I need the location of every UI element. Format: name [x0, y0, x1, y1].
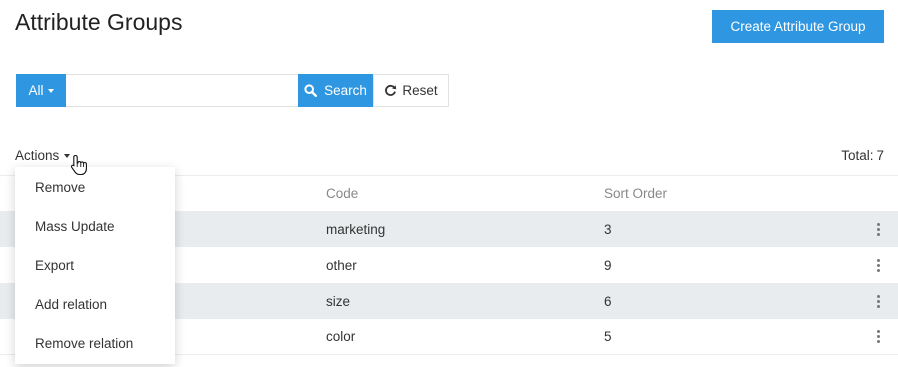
- menu-item-remove-relation[interactable]: Remove relation: [15, 324, 175, 363]
- total-count: Total: 7: [841, 148, 884, 163]
- menu-item-remove[interactable]: Remove: [15, 168, 175, 207]
- cell-code: marketing: [326, 221, 386, 237]
- total-label: Total:: [841, 148, 874, 163]
- cell-code: color: [326, 329, 356, 344]
- page-title: Attribute Groups: [15, 9, 183, 35]
- search-bar: All Search Reset: [16, 74, 449, 107]
- kebab-menu-icon[interactable]: [876, 222, 880, 236]
- actions-label: Actions: [15, 148, 60, 163]
- search-button-label: Search: [324, 83, 367, 98]
- cell-sort-order: 5: [604, 329, 612, 344]
- search-button[interactable]: Search: [298, 74, 373, 107]
- actions-dropdown-menu: Remove Mass Update Export Add relation R…: [15, 167, 175, 364]
- reset-button[interactable]: Reset: [373, 74, 449, 107]
- actions-dropdown-toggle[interactable]: Actions: [15, 148, 71, 163]
- filter-dropdown-button[interactable]: All: [16, 74, 66, 107]
- chevron-down-icon: [47, 88, 54, 93]
- kebab-menu-icon[interactable]: [876, 258, 880, 272]
- cell-sort-order: 6: [604, 293, 612, 309]
- reset-button-label: Reset: [402, 83, 438, 98]
- kebab-menu-icon[interactable]: [876, 294, 880, 308]
- cell-sort-order: 3: [604, 221, 612, 237]
- total-value: 7: [876, 148, 884, 163]
- cell-code: other: [326, 257, 357, 273]
- create-attribute-group-button[interactable]: Create Attribute Group: [712, 10, 884, 43]
- hand-pointer-icon: [70, 154, 87, 176]
- menu-item-mass-update[interactable]: Mass Update: [15, 207, 175, 246]
- search-icon: [304, 84, 318, 97]
- menu-item-add-relation[interactable]: Add relation: [15, 285, 175, 324]
- column-header-sort-order[interactable]: Sort Order: [604, 186, 667, 201]
- cell-code: size: [326, 293, 351, 309]
- kebab-menu-icon[interactable]: [876, 330, 880, 343]
- search-input[interactable]: [66, 74, 298, 107]
- refresh-icon: [385, 84, 397, 96]
- menu-item-export[interactable]: Export: [15, 246, 175, 285]
- filter-dropdown-label: All: [28, 83, 44, 98]
- column-header-code[interactable]: Code: [326, 186, 358, 201]
- cell-sort-order: 9: [604, 257, 612, 273]
